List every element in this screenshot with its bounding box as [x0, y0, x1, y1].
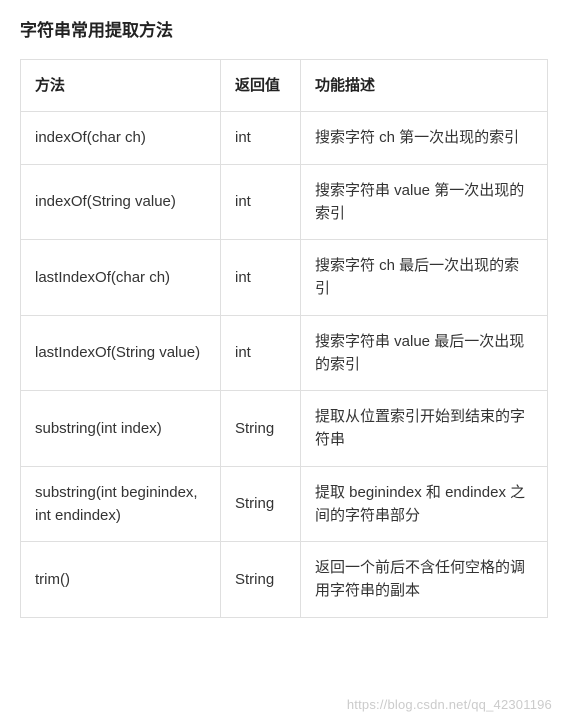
header-method: 方法: [21, 60, 221, 112]
cell-description: 提取从位置索引开始到结束的字符串: [301, 391, 548, 467]
cell-return-value: String: [221, 466, 301, 542]
cell-method: substring(int index): [21, 391, 221, 467]
cell-description: 搜索字符 ch 第一次出现的索引: [301, 112, 548, 164]
table-row: indexOf(String value) int 搜索字符串 value 第一…: [21, 164, 548, 240]
table-row: indexOf(char ch) int 搜索字符 ch 第一次出现的索引: [21, 112, 548, 164]
watermark-text: https://blog.csdn.net/qq_42301196: [347, 697, 552, 712]
cell-method: lastIndexOf(char ch): [21, 240, 221, 316]
cell-return-value: int: [221, 315, 301, 391]
cell-method: substring(int beginindex, int endindex): [21, 466, 221, 542]
table-header-row: 方法 返回值 功能描述: [21, 60, 548, 112]
table-row: substring(int beginindex, int endindex) …: [21, 466, 548, 542]
cell-description: 返回一个前后不含任何空格的调用字符串的副本: [301, 542, 548, 618]
cell-description: 搜索字符串 value 第一次出现的索引: [301, 164, 548, 240]
cell-description: 提取 beginindex 和 endindex 之间的字符串部分: [301, 466, 548, 542]
header-description: 功能描述: [301, 60, 548, 112]
header-return-value: 返回值: [221, 60, 301, 112]
table-row: substring(int index) String 提取从位置索引开始到结束…: [21, 391, 548, 467]
cell-method: indexOf(String value): [21, 164, 221, 240]
cell-description: 搜索字符串 value 最后一次出现的索引: [301, 315, 548, 391]
cell-return-value: String: [221, 391, 301, 467]
section-title: 字符串常用提取方法: [20, 16, 548, 41]
cell-return-value: int: [221, 112, 301, 164]
table-row: lastIndexOf(char ch) int 搜索字符 ch 最后一次出现的…: [21, 240, 548, 316]
cell-method: lastIndexOf(String value): [21, 315, 221, 391]
cell-return-value: int: [221, 164, 301, 240]
cell-return-value: String: [221, 542, 301, 618]
cell-return-value: int: [221, 240, 301, 316]
cell-method: indexOf(char ch): [21, 112, 221, 164]
cell-description: 搜索字符 ch 最后一次出现的索引: [301, 240, 548, 316]
cell-method: trim(): [21, 542, 221, 618]
table-row: lastIndexOf(String value) int 搜索字符串 valu…: [21, 315, 548, 391]
table-row: trim() String 返回一个前后不含任何空格的调用字符串的副本: [21, 542, 548, 618]
methods-table: 方法 返回值 功能描述 indexOf(char ch) int 搜索字符 ch…: [20, 59, 548, 618]
